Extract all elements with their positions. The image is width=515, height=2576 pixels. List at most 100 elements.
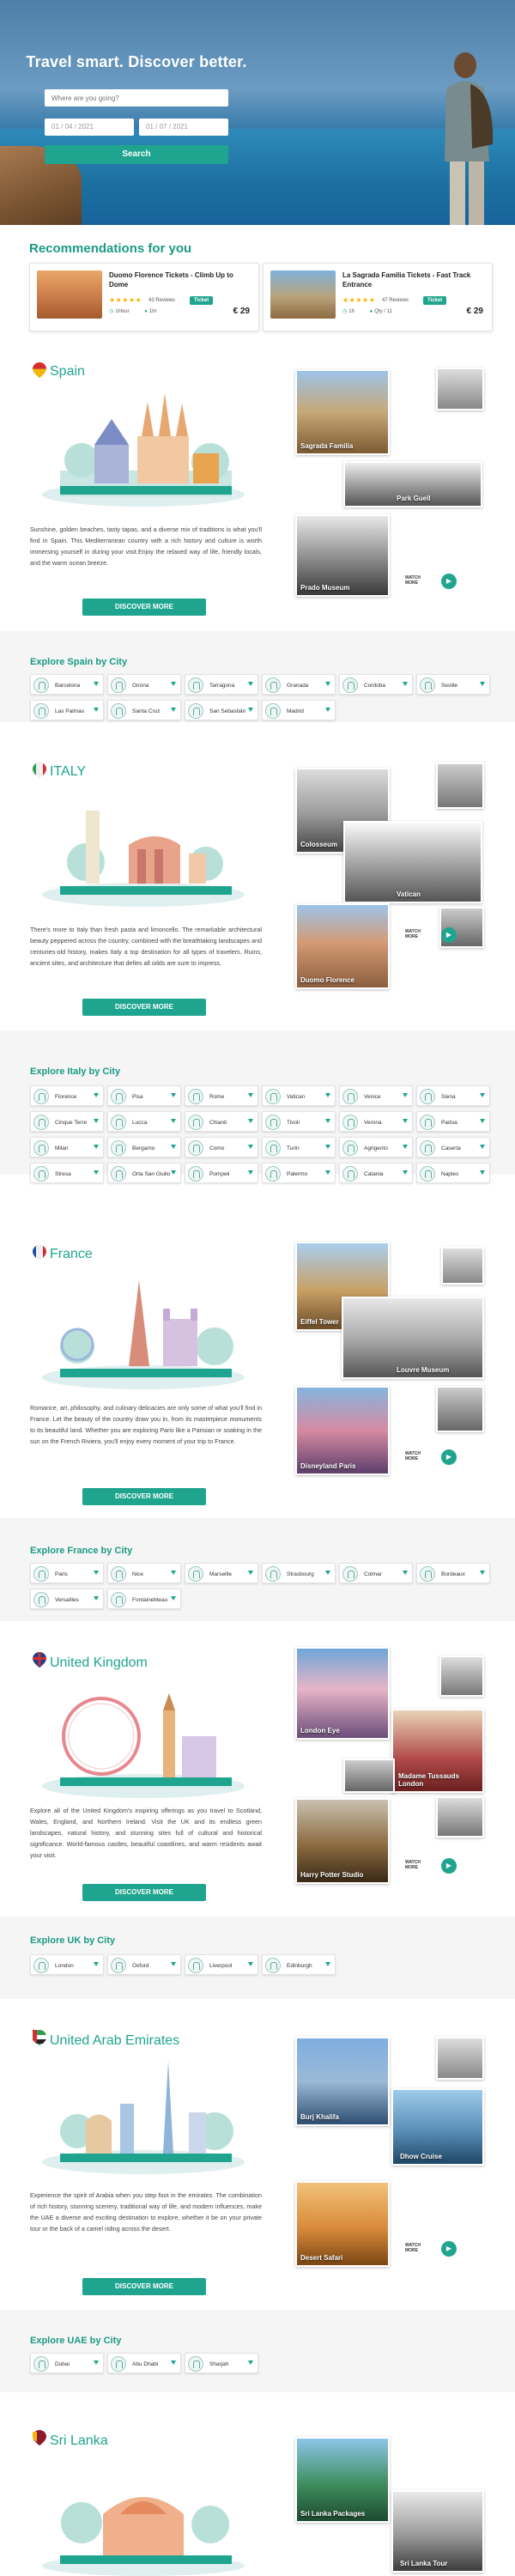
chevron-down-icon[interactable] — [403, 682, 408, 686]
recommendation-card[interactable]: La Sagrada Familia Tickets - Fast Track … — [263, 263, 493, 331]
city-chip[interactable]: Bergamo — [107, 1137, 181, 1157]
photo-card[interactable]: Dhow Cruise — [391, 2088, 484, 2166]
chevron-down-icon[interactable] — [171, 1596, 176, 1601]
country-title[interactable]: United Kingdom — [50, 1656, 148, 1671]
date-from-field[interactable]: 01 / 04 / 2021 — [45, 118, 134, 136]
chevron-down-icon[interactable] — [94, 1962, 99, 1966]
chevron-down-icon[interactable] — [171, 1093, 176, 1097]
city-chip[interactable]: Pisa — [107, 1085, 181, 1106]
photo-card[interactable]: Duomo Florence — [295, 903, 390, 989]
country-title[interactable]: ITALY — [50, 764, 86, 780]
city-chip[interactable]: Naples — [416, 1163, 490, 1183]
city-chip[interactable]: San Sebastián — [185, 700, 258, 720]
photo-card[interactable] — [436, 368, 484, 410]
chevron-down-icon[interactable] — [403, 1145, 408, 1149]
photo-card[interactable]: Burj Khalifa — [295, 2037, 390, 2126]
chevron-down-icon[interactable] — [248, 1145, 253, 1149]
city-chip[interactable]: Seville — [416, 674, 490, 695]
chevron-down-icon[interactable] — [94, 1093, 99, 1097]
city-chip[interactable]: Orta San Giulio — [107, 1163, 181, 1183]
photo-card[interactable]: Vatican — [343, 821, 482, 903]
chevron-down-icon[interactable] — [171, 1145, 176, 1149]
chevron-down-icon[interactable] — [248, 2360, 253, 2365]
chevron-down-icon[interactable] — [94, 1119, 99, 1123]
city-chip[interactable]: Catania — [339, 1163, 413, 1183]
chevron-down-icon[interactable] — [171, 1571, 176, 1575]
city-chip[interactable]: Verona — [339, 1111, 413, 1132]
chevron-down-icon[interactable] — [325, 1093, 330, 1097]
city-chip[interactable]: Bordeaux — [416, 1563, 490, 1583]
city-chip[interactable]: Lucca — [107, 1111, 181, 1132]
photo-card[interactable] — [343, 1759, 395, 1793]
photo-card[interactable]: London Eye — [295, 1647, 390, 1740]
city-chip[interactable]: Barcelona — [30, 674, 104, 695]
chevron-down-icon[interactable] — [480, 1170, 485, 1175]
chevron-down-icon[interactable] — [480, 1571, 485, 1575]
chevron-down-icon[interactable] — [403, 1119, 408, 1123]
photo-card[interactable]: Park Guell — [343, 461, 482, 507]
photo-card[interactable]: Madame Tussauds London — [391, 1709, 484, 1793]
city-chip[interactable]: Como — [185, 1137, 258, 1157]
city-chip[interactable]: Milan — [30, 1137, 104, 1157]
photo-card[interactable]: Sri Lanka Packages — [295, 2437, 390, 2523]
city-chip[interactable]: Vatican — [262, 1085, 336, 1106]
city-chip[interactable]: Pompeii — [185, 1163, 258, 1183]
chevron-down-icon[interactable] — [171, 1170, 176, 1175]
recommendation-card[interactable]: Duomo Florence Tickets - Climb Up to Dom… — [29, 263, 259, 331]
play-icon[interactable]: ▶ — [441, 574, 457, 589]
city-chip[interactable]: Abu Dhabi — [107, 2353, 181, 2373]
city-chip[interactable]: Liverpool — [185, 1954, 258, 1975]
city-chip[interactable]: Edinburgh — [262, 1954, 336, 1975]
chevron-down-icon[interactable] — [171, 1962, 176, 1966]
date-to-field[interactable]: 01 / 07 / 2021 — [139, 118, 228, 136]
city-chip[interactable]: Versailles — [30, 1589, 104, 1609]
chevron-down-icon[interactable] — [325, 1962, 330, 1966]
photo-card[interactable]: Sagrada Familia — [295, 369, 390, 455]
city-chip[interactable]: Girona — [107, 674, 181, 695]
photo-card[interactable] — [436, 2037, 484, 2080]
chevron-down-icon[interactable] — [480, 1119, 485, 1123]
country-title[interactable]: United Arab Emirates — [50, 2033, 179, 2049]
discover-more-button[interactable]: DISCOVER MORE — [82, 598, 206, 616]
photo-card[interactable]: Prado Museum — [295, 514, 390, 597]
city-chip[interactable]: Paris — [30, 1563, 104, 1583]
country-title[interactable]: Spain — [50, 364, 85, 380]
chevron-down-icon[interactable] — [94, 1571, 99, 1575]
city-chip[interactable]: Dubai — [30, 2353, 104, 2373]
city-chip[interactable]: Strasbourg — [262, 1563, 336, 1583]
photo-card[interactable]: Desert Safari — [295, 2181, 390, 2267]
chevron-down-icon[interactable] — [325, 1119, 330, 1123]
photo-card[interactable] — [441, 1247, 484, 1285]
chevron-down-icon[interactable] — [325, 1170, 330, 1175]
chevron-down-icon[interactable] — [171, 708, 176, 712]
chevron-down-icon[interactable] — [480, 682, 485, 686]
destination-search-input[interactable] — [45, 89, 228, 106]
city-chip[interactable]: Siena — [416, 1085, 490, 1106]
city-chip[interactable]: Stresa — [30, 1163, 104, 1183]
play-icon[interactable]: ▶ — [441, 2241, 457, 2257]
chevron-down-icon[interactable] — [94, 682, 99, 686]
city-chip[interactable]: Granada — [262, 674, 336, 695]
city-chip[interactable]: Santa Cruz — [107, 700, 181, 720]
city-chip[interactable]: Caserta — [416, 1137, 490, 1157]
chevron-down-icon[interactable] — [325, 708, 330, 712]
play-icon[interactable]: ▶ — [441, 927, 457, 943]
chevron-down-icon[interactable] — [94, 1170, 99, 1175]
discover-more-button[interactable]: DISCOVER MORE — [82, 1488, 206, 1505]
chevron-down-icon[interactable] — [403, 1571, 408, 1575]
city-chip[interactable]: Agrigento — [339, 1137, 413, 1157]
city-chip[interactable]: Cinque Terre — [30, 1111, 104, 1132]
city-chip[interactable]: Sharjah — [185, 2353, 258, 2373]
photo-card[interactable]: Sri Lanka Tour — [391, 2490, 484, 2573]
play-icon[interactable]: ▶ — [441, 1449, 457, 1465]
chevron-down-icon[interactable] — [325, 1145, 330, 1149]
city-chip[interactable]: Tarragona — [185, 674, 258, 695]
chevron-down-icon[interactable] — [480, 1145, 485, 1149]
city-chip[interactable]: Florence — [30, 1085, 104, 1106]
chevron-down-icon[interactable] — [171, 1119, 176, 1123]
chevron-down-icon[interactable] — [171, 682, 176, 686]
play-icon[interactable]: ▶ — [441, 1858, 457, 1874]
chevron-down-icon[interactable] — [248, 1093, 253, 1097]
photo-card[interactable] — [439, 1656, 484, 1697]
photo-card[interactable]: Disneyland Paris — [295, 1386, 390, 1475]
